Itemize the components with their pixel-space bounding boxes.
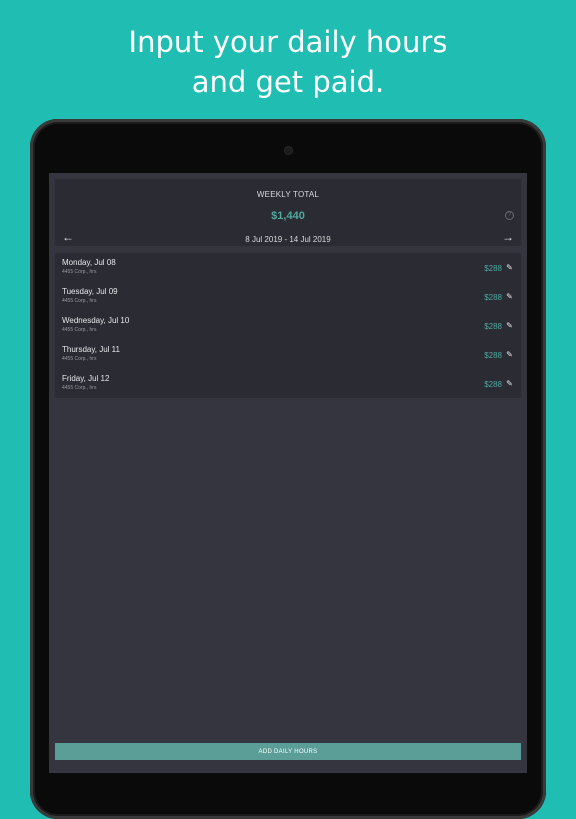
question-circle-icon[interactable]: ? [505, 211, 514, 220]
weekly-summary-card: WEEKLY TOTAL $1,440 ? ← 8 Jul 2019 - 14 … [55, 179, 521, 246]
app-screen: WEEKLY TOTAL $1,440 ? ← 8 Jul 2019 - 14 … [49, 173, 527, 773]
day-amount: $288 [484, 264, 502, 273]
day-subtitle: 4455 Corp., hrs [62, 327, 97, 333]
promo-headline: Input your daily hours and get paid. [0, 22, 576, 102]
add-daily-hours-button[interactable]: ADD DAILY HOURS [55, 743, 521, 760]
pencil-icon[interactable]: ✎ [505, 350, 514, 359]
day-amount: $288 [484, 380, 502, 389]
arrow-right-icon[interactable]: → [501, 230, 515, 244]
date-range: 8 Jul 2019 - 14 Jul 2019 [245, 235, 331, 244]
day-row-thursday[interactable]: Thursday, Jul 11 4455 Corp., hrs $288 ✎ [55, 340, 521, 369]
day-subtitle: 4455 Corp., hrs [62, 356, 97, 362]
day-row-friday[interactable]: Friday, Jul 12 4455 Corp., hrs $288 ✎ [55, 369, 521, 398]
pencil-icon[interactable]: ✎ [505, 321, 514, 330]
day-amount: $288 [484, 322, 502, 331]
day-amount: $288 [484, 351, 502, 360]
pencil-icon[interactable]: ✎ [505, 292, 514, 301]
day-subtitle: 4455 Corp., hrs [62, 298, 97, 304]
day-name: Tuesday, Jul 09 [62, 287, 118, 296]
day-row-monday[interactable]: Monday, Jul 08 4455 Corp., hrs $288 ✎ [55, 253, 521, 282]
day-amount: $288 [484, 293, 502, 302]
promo-headline-line2: and get paid. [191, 65, 385, 99]
day-name: Thursday, Jul 11 [62, 345, 120, 354]
pencil-icon[interactable]: ✎ [505, 263, 514, 272]
weekly-total-amount: $1,440 [271, 210, 305, 222]
day-name: Wednesday, Jul 10 [62, 316, 130, 325]
day-name: Monday, Jul 08 [62, 258, 116, 267]
pencil-icon[interactable]: ✎ [505, 379, 514, 388]
day-row-tuesday[interactable]: Tuesday, Jul 09 4455 Corp., hrs $288 ✎ [55, 282, 521, 311]
day-subtitle: 4455 Corp., hrs [62, 385, 97, 391]
day-list: Monday, Jul 08 4455 Corp., hrs $288 ✎ Tu… [55, 253, 521, 398]
day-name: Friday, Jul 12 [62, 374, 110, 383]
weekly-total-label: WEEKLY TOTAL [256, 190, 320, 199]
camera-icon [284, 146, 293, 155]
day-row-wednesday[interactable]: Wednesday, Jul 10 4455 Corp., hrs $288 ✎ [55, 311, 521, 340]
promo-headline-line1: Input your daily hours [128, 25, 448, 59]
day-subtitle: 4455 Corp., hrs [62, 269, 97, 275]
